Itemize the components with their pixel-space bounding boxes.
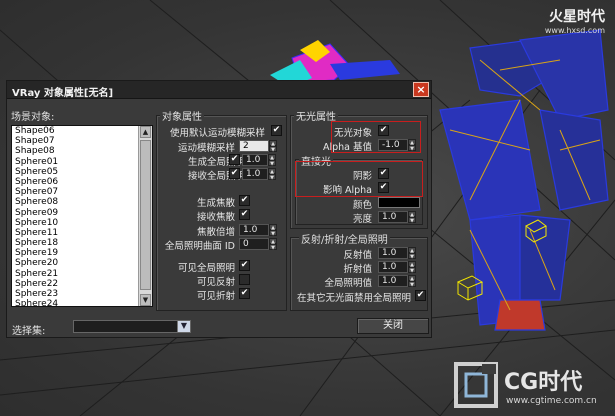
caustics-multiplier-input[interactable]: 1.0 xyxy=(239,224,269,236)
selection-set-dropdown[interactable]: ▼ xyxy=(73,320,191,333)
gi-surface-id-input[interactable]: 0 xyxy=(239,238,269,250)
list-item[interactable]: Sphere22 xyxy=(12,279,138,289)
color-swatch[interactable] xyxy=(378,197,420,208)
gi-amount-label: 全局照明值 xyxy=(324,278,372,289)
moblur-samples-input[interactable]: 2 xyxy=(239,140,269,152)
affect-alpha-checkbox[interactable]: ✔ xyxy=(378,182,389,193)
list-item[interactable]: Sphere07 xyxy=(12,187,138,197)
list-item[interactable]: Sphere24 xyxy=(12,299,138,306)
list-item[interactable]: Sphere01 xyxy=(12,157,138,167)
refraction-amount-label: 折射值 xyxy=(343,264,372,275)
gi-amount-input[interactable]: 1.0 xyxy=(378,275,408,287)
list-item[interactable]: Sphere06 xyxy=(12,177,138,187)
close-button[interactable]: 关闭 xyxy=(357,318,429,334)
generate-gi-checkbox[interactable]: ✔ xyxy=(229,154,240,165)
scroll-up-icon[interactable]: ▲ xyxy=(140,126,151,138)
visible-to-refractions-checkbox[interactable]: ✔ xyxy=(239,288,250,299)
generate-gi-input[interactable]: 1.0 xyxy=(242,154,268,166)
no-gi-other-mattes-label: 在其它无光面禁用全局照明 xyxy=(296,293,411,304)
scene-objects-items: Shape06 Shape07 Shape08 Sphere01 Sphere05 Sph… xyxy=(12,126,138,306)
list-item[interactable]: Sphere09 xyxy=(12,208,138,218)
list-item[interactable]: Shape07 xyxy=(12,136,138,146)
affect-alpha-label: 影响 Alpha xyxy=(322,185,372,196)
list-item[interactable]: Sphere21 xyxy=(12,269,138,279)
spinner-arrows[interactable]: ▲ ▼ xyxy=(408,211,416,224)
spinner-arrows[interactable]: ▲ ▼ xyxy=(408,139,416,152)
brightness-input[interactable]: 1.0 xyxy=(378,211,408,223)
selection-set-label: 选择集: xyxy=(12,326,46,337)
list-item[interactable]: Shape06 xyxy=(12,126,138,136)
color-label: 颜色 xyxy=(352,200,372,211)
matte-object-label: 无光对象 xyxy=(333,128,372,139)
spinner-arrows[interactable]: ▲ ▼ xyxy=(269,140,277,153)
alpha-contribution-input[interactable]: -1.0 xyxy=(378,139,408,151)
alpha-contribution-label: Alpha 基值 xyxy=(322,142,372,153)
list-item[interactable]: Sphere23 xyxy=(12,289,138,299)
receive-caustics-label: 接收焦散 xyxy=(196,212,235,223)
scene-objects-label: 场景对象: xyxy=(11,112,55,123)
cg-logo-url: www.cgtime.com.cn xyxy=(506,396,597,406)
scroll-down-icon[interactable]: ▼ xyxy=(140,294,151,306)
list-item[interactable]: Sphere10 xyxy=(12,218,138,228)
dialog-titlebar[interactable]: VRay 对象属性[无名] × xyxy=(7,81,431,99)
visible-to-reflections-checkbox[interactable] xyxy=(239,274,250,285)
spinner-arrows[interactable]: ▲ ▼ xyxy=(269,224,277,237)
visible-to-gi-label: 可见全局照明 xyxy=(177,263,235,274)
caustics-multiplier-label: 焦散倍增 xyxy=(196,227,235,238)
gi-surface-id-label: 全局照明曲面 ID xyxy=(164,241,235,252)
visible-to-reflections-label: 可见反射 xyxy=(196,277,235,288)
watermark-brand: 火星时代 xyxy=(549,9,605,25)
cg-logo-brand: CG时代 xyxy=(504,370,583,395)
refraction-amount-input[interactable]: 1.0 xyxy=(378,261,408,273)
spinner-arrows[interactable]: ▲ ▼ xyxy=(268,168,276,181)
list-item[interactable]: Sphere19 xyxy=(12,248,138,258)
chevron-down-icon[interactable]: ▼ xyxy=(177,321,190,332)
shadows-checkbox[interactable]: ✔ xyxy=(378,168,389,179)
scene-objects-list[interactable]: Shape06 Shape07 Shape08 Sphere01 Sphere05 Sph… xyxy=(11,125,153,307)
moblur-samples-label: 运动模糊采样 xyxy=(177,143,235,154)
refl-refr-gi-label: 反射/折射/全局照明 xyxy=(299,231,390,246)
list-scrollbar[interactable]: ▲ ▼ xyxy=(138,126,152,306)
spinner-arrows[interactable]: ▲ ▼ xyxy=(408,275,416,288)
vray-object-properties-dialog: VRay 对象属性[无名] × 场景对象: Shape06 Shape07 Shap… xyxy=(6,80,432,338)
scroll-thumb[interactable] xyxy=(140,140,151,290)
shadows-label: 阴影 xyxy=(352,171,372,182)
list-item[interactable]: Sphere05 xyxy=(12,167,138,177)
generate-caustics-checkbox[interactable]: ✔ xyxy=(239,195,250,206)
watermark-url: www.hxsd.com xyxy=(544,26,605,35)
watermark: 火星时代 www.hxsd.com xyxy=(545,6,605,35)
dialog-title: VRay 对象属性[无名] xyxy=(12,88,114,99)
use-default-moblur-checkbox[interactable]: ✔ xyxy=(271,125,282,136)
close-icon[interactable]: × xyxy=(413,82,429,97)
brightness-label: 亮度 xyxy=(352,214,372,225)
cg-logo: CG时代 www.cgtime.com.cn xyxy=(452,360,612,414)
receive-gi-input[interactable]: 1.0 xyxy=(242,168,268,180)
visible-to-refractions-label: 可见折射 xyxy=(196,291,235,302)
spinner-arrows[interactable]: ▲ ▼ xyxy=(269,238,277,251)
generate-caustics-label: 生成焦散 xyxy=(196,198,235,209)
cg-logo-icon xyxy=(454,362,498,408)
reflection-amount-input[interactable]: 1.0 xyxy=(378,247,408,259)
spinner-arrows[interactable]: ▲ ▼ xyxy=(408,261,416,274)
spinner-arrows[interactable]: ▲ ▼ xyxy=(268,154,276,167)
no-gi-other-mattes-checkbox[interactable]: ✔ xyxy=(415,290,426,301)
receive-caustics-checkbox[interactable]: ✔ xyxy=(239,209,250,220)
matte-object-checkbox[interactable]: ✔ xyxy=(378,125,389,136)
object-props-label: 对象属性 xyxy=(160,108,204,123)
receive-gi-checkbox[interactable]: ✔ xyxy=(229,168,240,179)
list-item[interactable]: Sphere20 xyxy=(12,258,138,268)
reflection-amount-label: 反射值 xyxy=(343,250,372,261)
list-item[interactable]: Sphere18 xyxy=(12,238,138,248)
robot-model xyxy=(439,29,609,331)
spinner-arrows[interactable]: ▲ ▼ xyxy=(408,247,416,260)
list-item[interactable]: Shape08 xyxy=(12,146,138,156)
visible-to-gi-checkbox[interactable]: ✔ xyxy=(239,260,250,271)
list-item[interactable]: Sphere11 xyxy=(12,228,138,238)
use-default-moblur-label: 使用默认运动模糊采样 xyxy=(169,128,265,139)
list-item[interactable]: Sphere08 xyxy=(12,197,138,207)
